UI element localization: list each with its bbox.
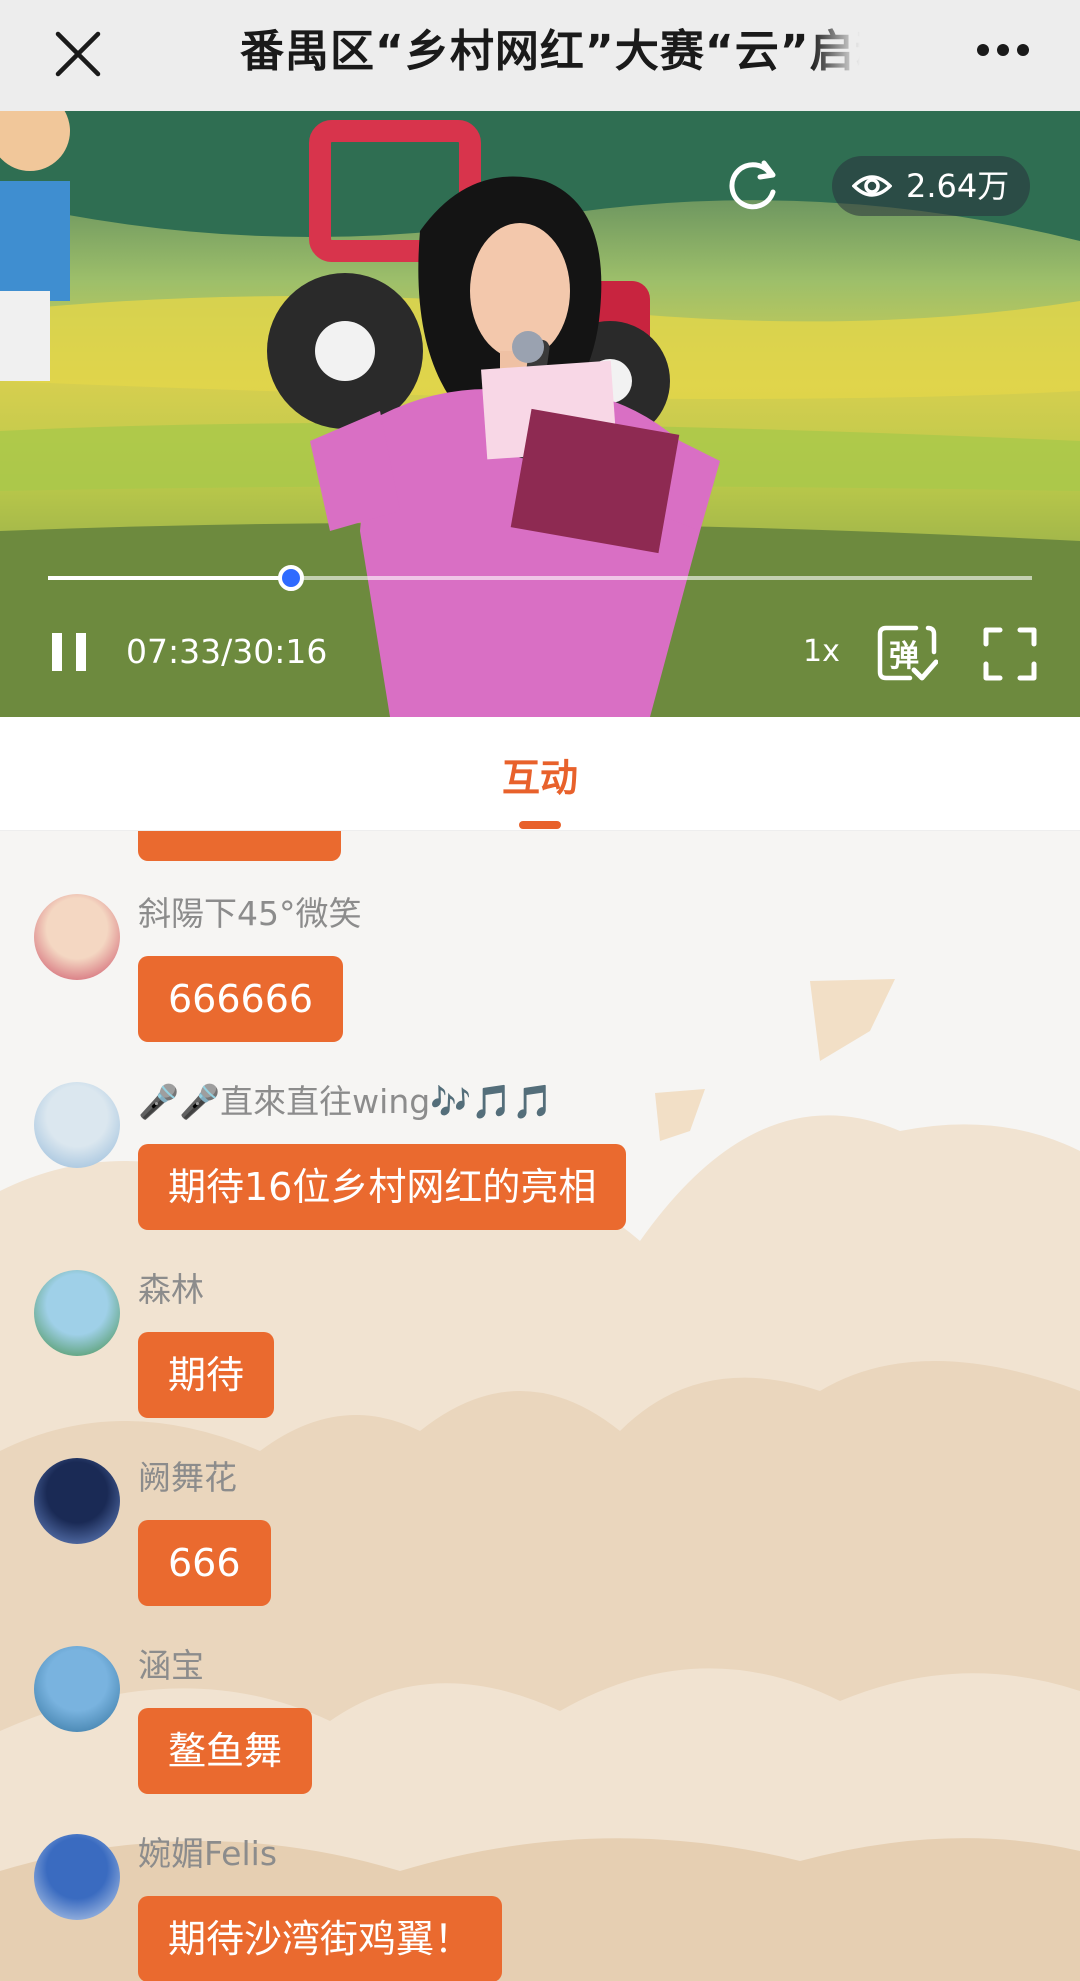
message-bubble: 666666 (138, 956, 344, 1042)
message-bubble-partial (138, 831, 341, 861)
danmu-toggle-icon[interactable]: 弹 (876, 624, 938, 682)
progress-handle[interactable] (278, 565, 305, 591)
username: 🎤🎤直來直往wing🎶🎵🎵 (138, 1082, 554, 1121)
progress-bar[interactable] (48, 565, 1032, 591)
total-time: 30:16 (232, 632, 328, 671)
avatar[interactable] (34, 1834, 120, 1920)
refresh-icon[interactable] (724, 155, 782, 213)
page-title: 番禺区“乡村网红”大赛“云”启动 (240, 22, 860, 82)
message-bubble: 期待16位乡村网红的亮相 (138, 1144, 627, 1230)
avatar[interactable] (34, 894, 120, 980)
username: 婉媚Felis (138, 1834, 278, 1873)
progress-fill (48, 576, 292, 580)
time-separator: / (221, 632, 233, 671)
eye-icon (852, 175, 892, 197)
avatar[interactable] (34, 1270, 120, 1356)
video-player[interactable]: 2.64万 07:33/30:16 1x 弹 (0, 111, 1080, 717)
message-bubble: 666 (138, 1520, 271, 1606)
username: 涵宝 (138, 1646, 204, 1685)
message-bubble: 鳌鱼舞 (138, 1708, 313, 1794)
view-count: 2.64万 (906, 167, 1010, 205)
view-count-badge: 2.64万 (832, 156, 1030, 216)
chat-area[interactable]: 斜陽下45°微笑 666666 🎤🎤直來直往wing🎶🎵🎵 期待16位乡村网红的亮相森… (0, 831, 1080, 1981)
avatar[interactable] (34, 1646, 120, 1732)
username: 阙舞花 (138, 1458, 237, 1497)
playback-speed-button[interactable]: 1x (803, 632, 840, 672)
avatar[interactable] (34, 1082, 120, 1168)
pause-icon[interactable] (50, 633, 88, 671)
avatar[interactable] (34, 1458, 120, 1544)
close-icon[interactable] (52, 28, 104, 80)
username: 森林 (138, 1270, 204, 1309)
message-bubble: 期待 (138, 1332, 275, 1418)
playback-time: 07:33/30:16 (126, 632, 327, 672)
top-nav-bar: 番禺区“乡村网红”大赛“云”启动 (0, 0, 1080, 111)
tab-interaction[interactable]: 互动 (0, 747, 1080, 802)
more-options-icon[interactable] (975, 42, 1031, 58)
tab-active-indicator (519, 821, 561, 829)
fullscreen-icon[interactable] (982, 626, 1038, 682)
tab-bar: 互动 (0, 717, 1080, 831)
current-time: 07:33 (126, 632, 222, 671)
message-bubble: 期待沙湾街鸡翼！ (138, 1896, 503, 1981)
username: 斜陽下45°微笑 (138, 894, 362, 933)
